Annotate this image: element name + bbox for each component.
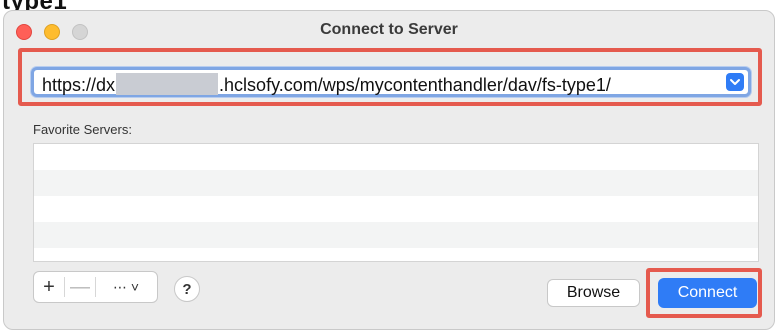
- browse-button[interactable]: Browse: [547, 279, 640, 307]
- list-item[interactable]: [34, 170, 758, 196]
- favorites-toolbar: + — ⋯ ˅: [33, 271, 158, 303]
- favorite-servers-label: Favorite Servers:: [33, 122, 132, 137]
- server-address-suffix: .hclsofy.com/wps/mycontenthandler/dav/fs…: [219, 75, 611, 95]
- list-item[interactable]: [34, 222, 758, 248]
- window-title: Connect to Server: [320, 21, 458, 38]
- favorite-servers-list[interactable]: [33, 143, 759, 262]
- server-address-field[interactable]: https://dx .hclsofy.com/wps/mycontenthand…: [31, 67, 751, 97]
- server-address-prefix: https://dx: [42, 75, 116, 95]
- list-item[interactable]: [34, 144, 758, 170]
- connect-button[interactable]: Connect: [658, 278, 757, 308]
- recent-servers-dropdown[interactable]: [726, 73, 744, 91]
- list-item[interactable]: [34, 196, 758, 222]
- remove-favorite-button[interactable]: —: [65, 272, 95, 302]
- add-favorite-button[interactable]: +: [34, 272, 64, 302]
- more-options-button[interactable]: ⋯ ˅: [96, 272, 156, 302]
- redacted-region: [116, 73, 219, 95]
- server-address-text[interactable]: https://dx .hclsofy.com/wps/mycontenthand…: [42, 73, 611, 96]
- help-button[interactable]: ?: [174, 276, 200, 302]
- chevron-down-icon: [730, 79, 740, 85]
